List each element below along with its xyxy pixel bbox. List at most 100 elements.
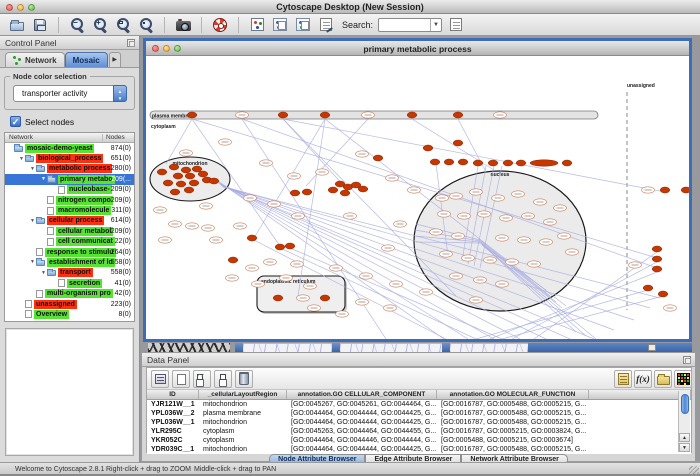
cell-region[interactable]: mitochondrion <box>199 445 287 454</box>
selected-gene-node[interactable] <box>184 187 194 193</box>
tree-row[interactable]: response to stimulu264(0) <box>5 247 134 257</box>
cell-id[interactable]: YDR039C__1 <box>147 445 199 454</box>
cell-mf[interactable]: [GO:0016787, GO:0005488, GO:0005215, G..… <box>437 445 589 454</box>
float-panel-icon[interactable] <box>683 356 691 364</box>
scrollbar-thumb[interactable] <box>681 394 689 414</box>
selected-gene-node[interactable] <box>173 173 183 179</box>
tree-row[interactable]: mosaic-demo-yeast874(0) <box>5 143 134 153</box>
cell-mf[interactable]: [GO:0016787, GO:0005215, GO:0003824, G..… <box>437 427 589 436</box>
column-header[interactable]: annotation.GO MOLECULAR_FUNCTION <box>437 390 589 399</box>
selected-gene-node[interactable] <box>407 112 417 118</box>
selected-gene-node[interactable] <box>320 112 330 118</box>
tree-col-network[interactable]: Network <box>9 134 33 141</box>
float-panel-icon[interactable] <box>127 39 135 47</box>
zoom-fit-button[interactable] <box>137 16 155 34</box>
cell-mf[interactable]: [GO:0016787, GO:0005488, GO:0005215, G..… <box>437 400 589 409</box>
scroll-down-button[interactable]: ▼ <box>679 443 690 452</box>
selected-gene-node[interactable] <box>176 181 186 187</box>
selected-gene-node[interactable] <box>488 160 498 166</box>
chevron-down-icon[interactable]: ▼ <box>430 19 441 31</box>
selected-gene-node[interactable] <box>503 160 513 166</box>
cell-cc[interactable]: [GO:0044464, GO:0044444, GO:0044425, G..… <box>287 418 437 427</box>
cell-mf[interactable]: [GO:0016787, GO:0005488, GO:0005215, G..… <box>437 418 589 427</box>
cell-id[interactable]: YLR295C <box>147 427 199 436</box>
selected-gene-node[interactable] <box>273 295 283 301</box>
cell-id[interactable]: YPL036W__1 <box>147 418 199 427</box>
selected-gene-node[interactable] <box>285 243 295 249</box>
network-canvas[interactable]: plasma membrane cytoplasm mitochondrion … <box>146 56 689 339</box>
selected-gene-node[interactable] <box>658 291 668 297</box>
edit-button[interactable] <box>317 16 335 34</box>
selected-gene-node[interactable] <box>247 235 257 241</box>
background-window-fragment[interactable] <box>450 343 528 352</box>
node-color-dropdown[interactable]: transporter activity ▲▼ <box>13 85 127 102</box>
column-header[interactable]: _cellularLayoutRegion <box>199 390 287 399</box>
network-window-titlebar[interactable]: primary metabolic process <box>146 41 689 56</box>
table-row[interactable]: YDR039C__1mitochondrion[GO:0044464, GO:0… <box>147 445 691 454</box>
selected-gene-node[interactable] <box>209 178 219 184</box>
tree-row[interactable]: ▼primary metabo209(... <box>5 174 134 184</box>
select-attributes-button[interactable] <box>193 370 211 388</box>
selected-gene-node[interactable] <box>681 187 689 193</box>
selected-gene-node[interactable] <box>328 187 338 193</box>
cell-mf[interactable]: [GO:0005488, GO:0005215, GO:0003674] <box>437 436 589 445</box>
selected-gene-node[interactable] <box>562 160 572 166</box>
search-options-button[interactable] <box>447 16 465 34</box>
selected-gene-node[interactable] <box>181 167 191 173</box>
cell-cc[interactable]: [GO:0044464, GO:0044444, GO:0044425, G..… <box>287 409 437 418</box>
background-window-fragment[interactable] <box>148 343 230 352</box>
selected-gene-node[interactable] <box>458 159 468 165</box>
cell-cc[interactable]: [GO:0045267, GO:0045261, GO:0044464, G..… <box>287 400 437 409</box>
resize-grip-icon[interactable] <box>689 466 699 476</box>
table-row[interactable]: YJR121W__1mitochondrion[GO:0045267, GO:0… <box>147 400 691 409</box>
tree-row[interactable]: multi-organism pro42(0) <box>5 288 134 298</box>
function-builder-button[interactable]: f(x) <box>634 370 652 388</box>
table-row[interactable]: YPL036W__1mitochondrion[GO:0044464, GO:0… <box>147 418 691 427</box>
selected-gene-node[interactable] <box>358 186 368 192</box>
column-header[interactable]: ID <box>147 390 199 399</box>
selected-gene-node[interactable] <box>163 180 173 186</box>
cell-id[interactable]: YKR052C <box>147 436 199 445</box>
cell-cc[interactable]: [GO:0044464, GO:0044444, GO:0044425, G..… <box>287 445 437 454</box>
selected-gene-node[interactable] <box>189 180 199 186</box>
selected-gene-node[interactable] <box>473 160 483 166</box>
selected-gene-node[interactable] <box>275 244 285 250</box>
tab-network[interactable]: Network <box>5 52 65 67</box>
selected-gene-node[interactable] <box>652 266 662 272</box>
selected-gene-node[interactable] <box>444 159 454 165</box>
selected-gene-node-wide[interactable] <box>530 160 558 166</box>
tree-row[interactable]: ▼transport558(0) <box>5 268 134 278</box>
selected-gene-node[interactable] <box>290 190 300 196</box>
background-window-fragment[interactable] <box>243 343 332 352</box>
cell-region[interactable]: mitochondrion <box>199 418 287 427</box>
tree-row[interactable]: ▼cellular process614(0) <box>5 216 134 226</box>
selected-gene-node[interactable] <box>373 155 383 161</box>
tree-row[interactable]: cellular metabol209(0) <box>5 226 134 236</box>
selected-gene-node[interactable] <box>652 246 662 252</box>
selected-gene-node[interactable] <box>185 173 195 179</box>
selected-gene-node[interactable] <box>643 285 653 291</box>
tree-row[interactable]: cell communicat22(0) <box>5 237 134 247</box>
table-vertical-scrollbar[interactable]: ▲ ▼ <box>678 391 690 452</box>
table-row[interactable]: YLR295Ccytoplasm[GO:0045263, GO:0044464,… <box>147 427 691 436</box>
tree-row[interactable]: ▼biological_process651(0) <box>5 153 134 163</box>
tab-overflow-button[interactable]: ▶ <box>109 52 121 67</box>
cell-region[interactable]: cytoplasm <box>199 436 287 445</box>
selected-gene-node[interactable] <box>652 256 662 262</box>
network-overview-button[interactable] <box>248 16 266 34</box>
selected-gene-node[interactable] <box>430 159 440 165</box>
attribute-table-button[interactable] <box>151 370 169 388</box>
snapshot-button[interactable] <box>174 16 192 34</box>
cell-mf[interactable]: [GO:0016787, GO:0005488, GO:0005215, G..… <box>437 409 589 418</box>
search-input[interactable]: ▼ <box>378 18 442 32</box>
selected-gene-node[interactable] <box>423 145 433 151</box>
tree-col-nodes[interactable]: Nodes <box>102 134 125 141</box>
selected-gene-node[interactable] <box>660 187 670 193</box>
select-nodes-checkbox[interactable]: ✓ <box>10 116 21 127</box>
selected-gene-node[interactable] <box>169 164 179 170</box>
open-button[interactable] <box>8 16 26 34</box>
cell-region[interactable]: mitochondrion <box>199 400 287 409</box>
tree-row[interactable]: secretion41(0) <box>5 278 134 288</box>
selected-gene-node[interactable] <box>170 189 180 195</box>
selected-gene-node[interactable] <box>198 171 208 177</box>
